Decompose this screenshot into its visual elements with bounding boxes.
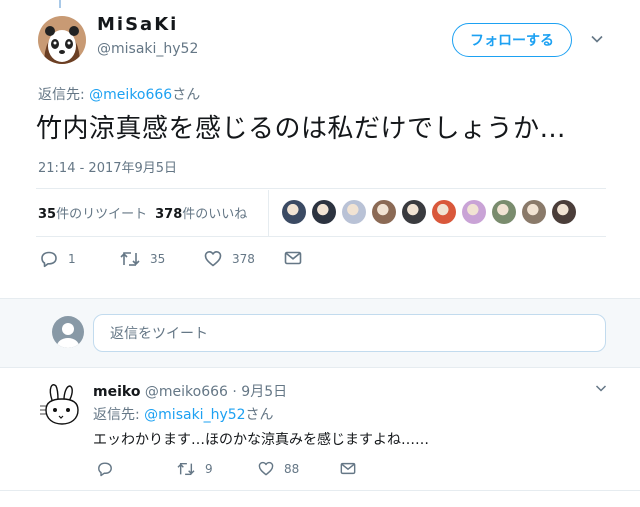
liker-avatar[interactable] xyxy=(402,200,426,224)
reply-action[interactable] xyxy=(97,461,113,477)
envelope-icon xyxy=(284,251,302,265)
liker-avatar[interactable] xyxy=(432,200,456,224)
liker-avatar[interactable] xyxy=(342,200,366,224)
tweet-timestamp[interactable]: 21:14 - 2017年9月5日 xyxy=(38,157,177,176)
liker-avatar[interactable] xyxy=(372,200,396,224)
reply-to-suffix: さん xyxy=(245,407,274,423)
divider xyxy=(36,236,606,237)
reply-icon xyxy=(98,462,112,477)
retweet-icon xyxy=(177,462,195,476)
retweet-action[interactable]: 9 xyxy=(177,461,213,477)
reply-to-prefix: 返信先: xyxy=(93,407,145,423)
reply-author-name[interactable]: meiko xyxy=(93,384,140,400)
likes-stat[interactable]: 378件のいいね xyxy=(155,207,247,222)
reply-author-avatar[interactable] xyxy=(38,380,86,428)
direct-message-action[interactable] xyxy=(284,250,302,266)
reply-to-handle-link[interactable]: @meiko666 xyxy=(89,87,172,103)
retweets-stat[interactable]: 35件のリツイート xyxy=(38,207,147,222)
stats-divider xyxy=(268,190,269,236)
chevron-down-icon[interactable] xyxy=(595,382,607,394)
reply-count: 1 xyxy=(68,252,76,266)
reply-text: エッわかります…ほのかな涼真みを感じますよね…… xyxy=(93,432,429,448)
divider xyxy=(36,188,606,189)
tweet-text: 竹内涼真感を感じるのは私だけでしょうか… xyxy=(36,114,567,144)
reply-to-handle-link[interactable]: @misaki_hy52 xyxy=(144,407,245,423)
retweet-action[interactable]: 35 xyxy=(120,250,165,268)
reply-input[interactable]: 返信をツイート xyxy=(93,314,606,352)
author-display-name[interactable]: MiSaKi xyxy=(97,14,178,35)
reply-to-line: 返信先: @meiko666さん xyxy=(38,84,200,104)
like-action[interactable]: 88 xyxy=(258,461,299,476)
divider xyxy=(0,490,640,491)
like-count: 378 xyxy=(232,251,255,266)
reply-reply-to-line: 返信先: @misaki_hy52さん xyxy=(93,404,274,424)
thread-connector-line xyxy=(59,0,61,8)
reply-action[interactable]: 1 xyxy=(40,250,76,268)
retweet-icon xyxy=(120,252,140,266)
reply-date[interactable]: · 9月5日 xyxy=(232,384,287,400)
liker-avatar[interactable] xyxy=(492,200,516,224)
retweet-count: 35 xyxy=(150,252,166,266)
follow-button[interactable]: フォローする xyxy=(452,23,572,57)
current-user-avatar xyxy=(52,316,84,348)
tweet-stats: 35件のリツイート 378件のいいね xyxy=(38,203,247,222)
liker-avatar[interactable] xyxy=(282,200,306,224)
reply-author-handle[interactable]: @meiko666 xyxy=(145,384,228,400)
liker-avatar[interactable] xyxy=(552,200,576,224)
reply-icon xyxy=(41,251,57,268)
heart-icon xyxy=(204,251,222,267)
liker-avatars xyxy=(282,200,582,224)
author-avatar[interactable] xyxy=(38,16,86,64)
liker-avatar[interactable] xyxy=(312,200,336,224)
reply-to-prefix: 返信先: xyxy=(38,87,90,103)
reply-header: meiko @meiko666 · 9月5日 xyxy=(93,381,287,401)
retweet-count: 9 xyxy=(205,462,213,476)
author-screen-name[interactable]: @misaki_hy52 xyxy=(97,41,198,57)
like-action[interactable]: 378 xyxy=(204,250,255,267)
chevron-down-icon[interactable] xyxy=(590,32,604,46)
like-count: 88 xyxy=(284,461,300,476)
liker-avatar[interactable] xyxy=(462,200,486,224)
envelope-icon xyxy=(340,462,356,475)
reply-to-suffix: さん xyxy=(172,87,201,103)
liker-avatar[interactable] xyxy=(522,200,546,224)
heart-icon xyxy=(258,461,274,476)
direct-message-action[interactable] xyxy=(340,461,356,476)
